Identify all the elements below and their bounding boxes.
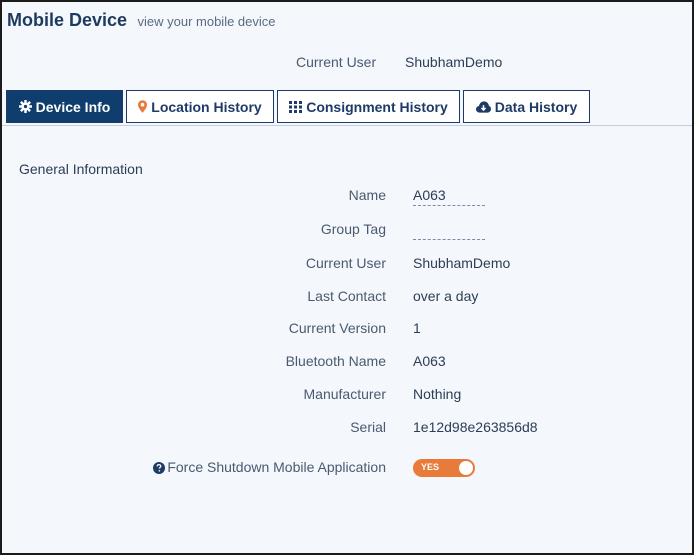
field-label: Manufacturer — [303, 386, 386, 402]
field-row-current-user: Current User ShubhamDemo — [2, 255, 692, 275]
toggle-label: YES — [421, 462, 440, 472]
field-label: Name — [348, 187, 386, 203]
app-window: Mobile Device view your mobile device Cu… — [0, 0, 694, 555]
tab-location-history[interactable]: Location History — [126, 90, 274, 123]
field-label: Bluetooth Name — [285, 353, 386, 369]
field-label: Current Version — [288, 320, 386, 336]
field-label: Last Contact — [307, 288, 386, 304]
toggle-knob — [459, 461, 473, 475]
field-row-current-version: Current Version 1 — [2, 320, 692, 340]
field-row-force-shutdown: Force Shutdown Mobile Application YES — [2, 459, 692, 479]
tab-bar: Device Info Location History Consignment… — [6, 90, 590, 123]
page-title: Mobile Device — [7, 10, 128, 30]
force-shutdown-label: Force Shutdown Mobile Application — [153, 459, 386, 477]
force-shutdown-toggle[interactable]: YES — [413, 459, 475, 477]
current-user-value: ShubhamDemo — [405, 54, 503, 70]
field-row-last-contact: Last Contact over a day — [2, 288, 692, 308]
field-value: 1 — [413, 320, 421, 336]
tab-divider — [2, 125, 692, 126]
field-value: 1e12d98e263856d8 — [413, 419, 538, 435]
tab-label: Data History — [494, 98, 578, 115]
group-tag-field[interactable] — [413, 221, 485, 240]
tab-label: Consignment History — [306, 98, 448, 115]
tab-data-history[interactable]: Data History — [463, 90, 590, 123]
field-row-bluetooth-name: Bluetooth Name A063 — [2, 353, 692, 373]
field-label: Current User — [305, 255, 386, 271]
tab-consignment-history[interactable]: Consignment History — [277, 90, 460, 123]
cloud-download-icon — [475, 100, 491, 113]
current-user-label: Current User — [296, 54, 377, 70]
field-label: Group Tag — [320, 221, 386, 237]
field-value: ShubhamDemo — [413, 255, 511, 271]
field-row-serial: Serial 1e12d98e263856d8 — [2, 419, 692, 439]
field-value: A063 — [413, 353, 446, 369]
field-row-manufacturer: Manufacturer Nothing — [2, 386, 692, 406]
force-shutdown-text: Force Shutdown Mobile Application — [167, 459, 386, 475]
general-information-heading: General Information — [19, 161, 143, 177]
tab-device-info[interactable]: Device Info — [6, 90, 123, 123]
field-value: Nothing — [413, 386, 462, 402]
field-row-name: Name A063 — [2, 187, 692, 207]
field-label: Serial — [350, 419, 386, 435]
grid-icon — [289, 100, 303, 113]
tab-label: Device Info — [35, 98, 111, 115]
tab-label: Location History — [151, 98, 262, 115]
question-circle-icon[interactable] — [153, 461, 166, 477]
map-pin-icon — [138, 100, 148, 113]
page-header: Mobile Device view your mobile device — [7, 10, 276, 31]
field-row-group-tag: Group Tag — [2, 221, 692, 241]
field-value: over a day — [413, 288, 479, 304]
page-subtitle: view your mobile device — [137, 14, 276, 29]
gear-icon — [18, 100, 32, 113]
name-field[interactable]: A063 — [413, 187, 485, 206]
